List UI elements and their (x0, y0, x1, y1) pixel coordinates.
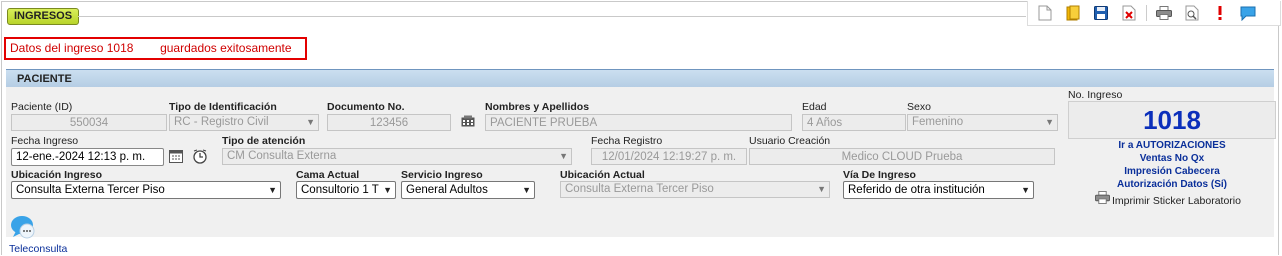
chevron-down-icon: ▼ (559, 151, 568, 161)
nombres-label: Nombres y Apellidos (485, 101, 590, 113)
servicio-ingreso-select[interactable]: General Adultos ▼ (401, 181, 535, 199)
cama-actual-value: Consultorio 1 T (301, 184, 379, 196)
chevron-down-icon: ▼ (306, 117, 315, 127)
no-ingreso-label: No. Ingreso (1068, 89, 1123, 101)
cama-actual-label: Cama Actual (296, 169, 360, 181)
success-message-text: Datos del ingreso 1018 guardados exitosa… (10, 41, 292, 55)
tipo-identificacion-value: RC - Registro Civil (174, 116, 269, 128)
id-card-icon[interactable] (461, 115, 475, 130)
cancel-document-icon[interactable] (1118, 3, 1140, 23)
nombres-field: PACIENTE PRUEBA (485, 114, 792, 131)
paciente-id-label: Paciente (ID) (11, 101, 73, 113)
ubicacion-actual-select: Consulta Externa Tercer Piso ▼ (560, 181, 830, 198)
ubicacion-actual-label: Ubicación Actual (560, 169, 645, 181)
edad-label: Edad (802, 101, 827, 113)
section-header-paciente: PACIENTE (6, 69, 1274, 87)
impresion-cabecera-link[interactable]: Impresión Cabecera (1068, 166, 1276, 177)
sexo-label: Sexo (907, 101, 931, 113)
usuario-creacion-field: Medico CLOUD Prueba (749, 148, 1055, 165)
imprimir-sticker-link[interactable]: Imprimir Sticker Laboratorio (1112, 195, 1241, 207)
no-ingreso-value: 1018 (1068, 101, 1276, 139)
chevron-down-icon: ▼ (1021, 185, 1030, 195)
toolbar (1027, 1, 1281, 26)
ubicacion-ingreso-select[interactable]: Consulta Externa Tercer Piso ▼ (11, 181, 281, 199)
clock-icon[interactable] (193, 149, 207, 167)
cama-actual-select[interactable]: Consultorio 1 T ▼ (296, 181, 396, 199)
chat-icon[interactable] (1237, 3, 1259, 23)
print-preview-icon[interactable] (1181, 3, 1203, 23)
tab-divider (78, 16, 1026, 17)
tab-ingresos[interactable]: INGRESOS (7, 8, 80, 25)
edad-field: 4 Años (802, 114, 906, 131)
tipo-atencion-label: Tipo de atención (222, 135, 306, 147)
fecha-ingreso-field[interactable]: 12-ene.-2024 12:13 p. m. (11, 148, 164, 166)
tipo-atencion-value: CM Consulta Externa (227, 150, 337, 162)
new-document-icon[interactable] (1034, 3, 1056, 23)
tipo-identificacion-select: RC - Registro Civil ▼ (169, 114, 319, 131)
documento-label: Documento No. (327, 101, 405, 113)
ubicacion-ingreso-label: Ubicación Ingreso (11, 169, 103, 181)
save-icon[interactable] (1090, 3, 1112, 23)
ubicacion-actual-value: Consulta Externa Tercer Piso (565, 183, 714, 195)
documento-field: 123456 (327, 114, 451, 131)
sexo-value: Femenino (912, 116, 964, 128)
ventas-no-qx-link[interactable]: Ventas No Qx (1068, 153, 1276, 164)
print-icon[interactable] (1095, 191, 1110, 207)
fecha-registro-label: Fecha Registro (591, 135, 663, 147)
calendar-icon[interactable] (169, 150, 183, 166)
via-ingreso-label: Vía De Ingreso (843, 169, 916, 181)
usuario-creacion-label: Usuario Creación (749, 135, 831, 147)
success-message: Datos del ingreso 1018 guardados exitosa… (4, 37, 307, 60)
teleconsulta-link[interactable]: Teleconsulta (9, 243, 67, 255)
sexo-select: Femenino ▼ (907, 114, 1058, 131)
autorizacion-datos-link[interactable]: Autorización Datos (Sí) (1068, 179, 1276, 190)
folder-icon[interactable] (1062, 3, 1084, 23)
tipo-atencion-select: CM Consulta Externa ▼ (222, 148, 572, 165)
fecha-ingreso-label: Fecha Ingreso (11, 135, 79, 147)
chevron-down-icon: ▼ (817, 184, 826, 194)
chevron-down-icon: ▼ (522, 185, 531, 195)
ir-autorizaciones-link[interactable]: Ir a AUTORIZACIONES (1068, 140, 1276, 151)
ubicacion-ingreso-value: Consulta Externa Tercer Piso (16, 184, 165, 196)
via-ingreso-value: Referido de otra institución (848, 184, 985, 196)
fecha-registro-field: 12/01/2024 12:19:27 p. m. (591, 148, 747, 165)
tipo-identificacion-label: Tipo de Identificación (169, 101, 277, 113)
paciente-id-field: 550034 (11, 114, 167, 131)
print-icon[interactable] (1153, 3, 1175, 23)
chevron-down-icon: ▼ (268, 185, 277, 195)
toolbar-separator (1146, 5, 1147, 21)
servicio-ingreso-value: General Adultos (406, 184, 488, 196)
chevron-down-icon: ▼ (382, 182, 392, 198)
teleconsulta-chat-icon[interactable] (10, 214, 36, 243)
alert-icon[interactable] (1209, 3, 1231, 23)
servicio-ingreso-label: Servicio Ingreso (401, 169, 483, 181)
via-ingreso-select[interactable]: Referido de otra institución ▼ (843, 181, 1034, 199)
chevron-down-icon: ▼ (1045, 117, 1054, 127)
